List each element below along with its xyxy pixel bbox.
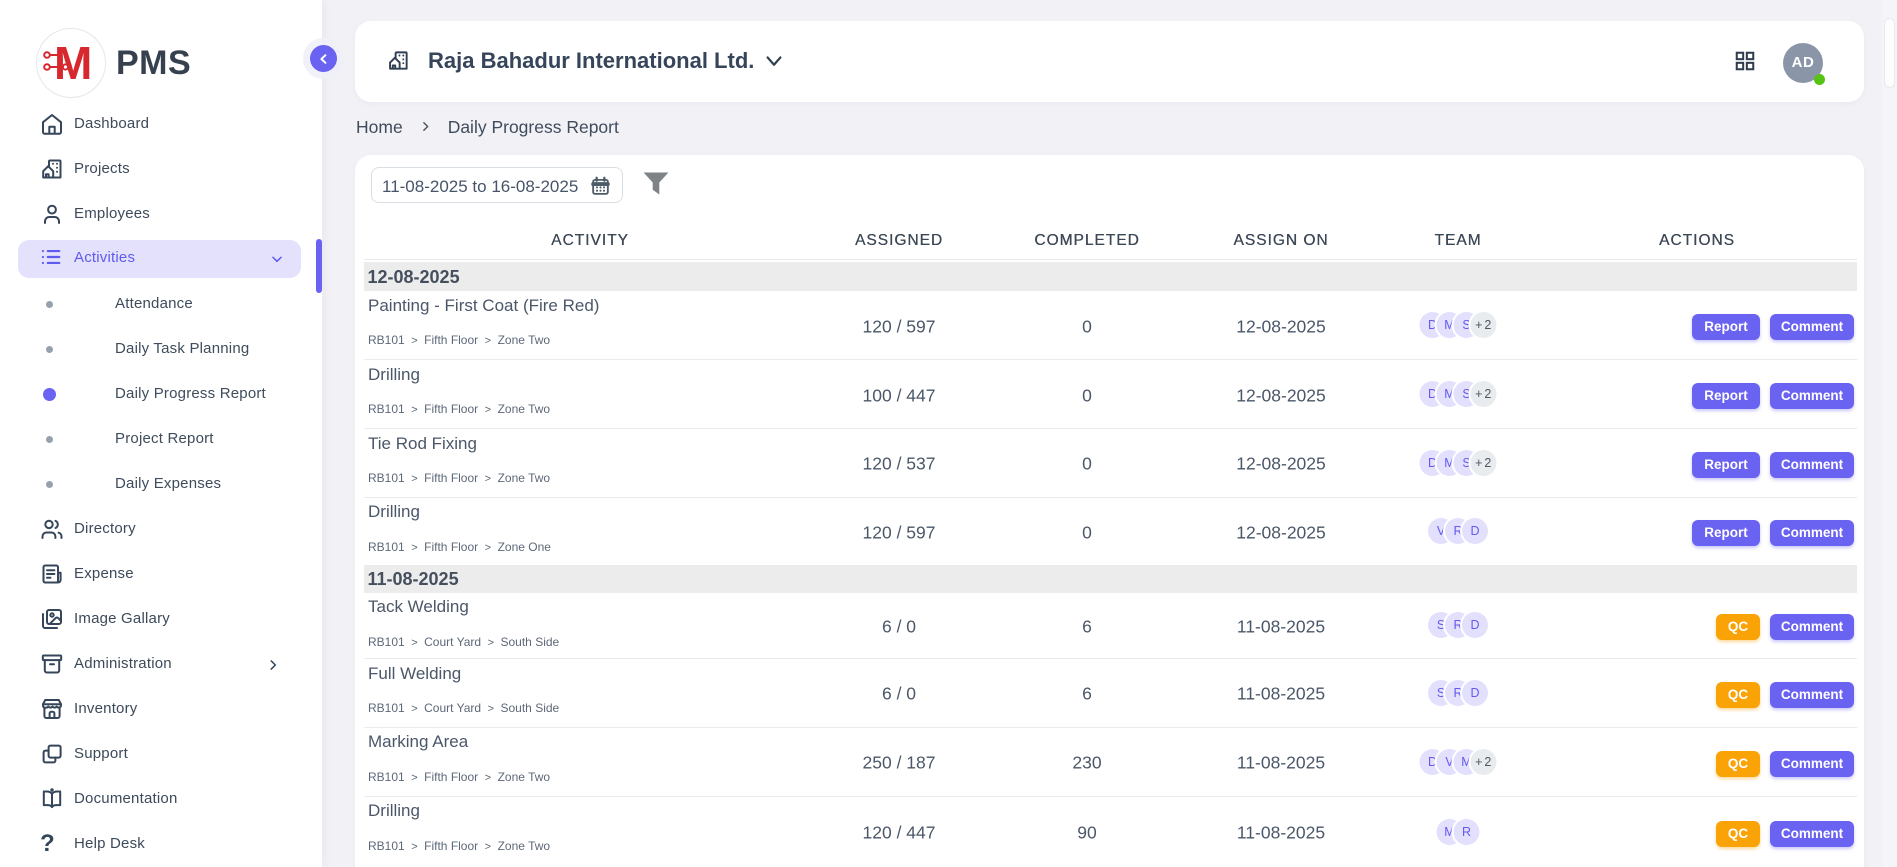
svg-text:M: M: [54, 37, 92, 89]
